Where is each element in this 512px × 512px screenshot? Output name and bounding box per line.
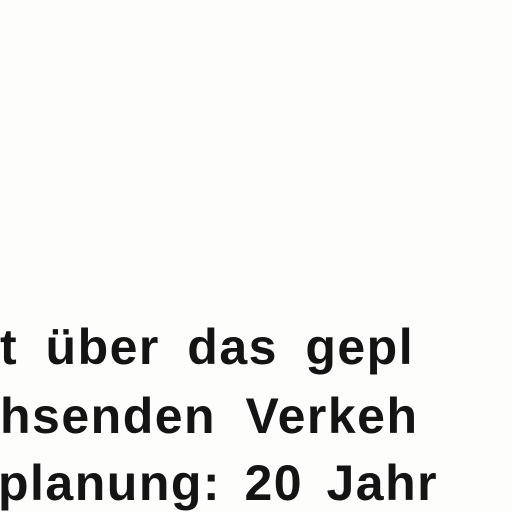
scanned-page: t über das gepl hsenden Verkeh planung: … [0,0,512,512]
text-line-1: t über das gepl [0,319,415,375]
text-line-3: planung: 20 Jahr [0,455,439,511]
body-text: t über das gepl hsenden Verkeh planung: … [0,0,512,512]
text-line-2: hsenden Verkeh [0,388,419,444]
